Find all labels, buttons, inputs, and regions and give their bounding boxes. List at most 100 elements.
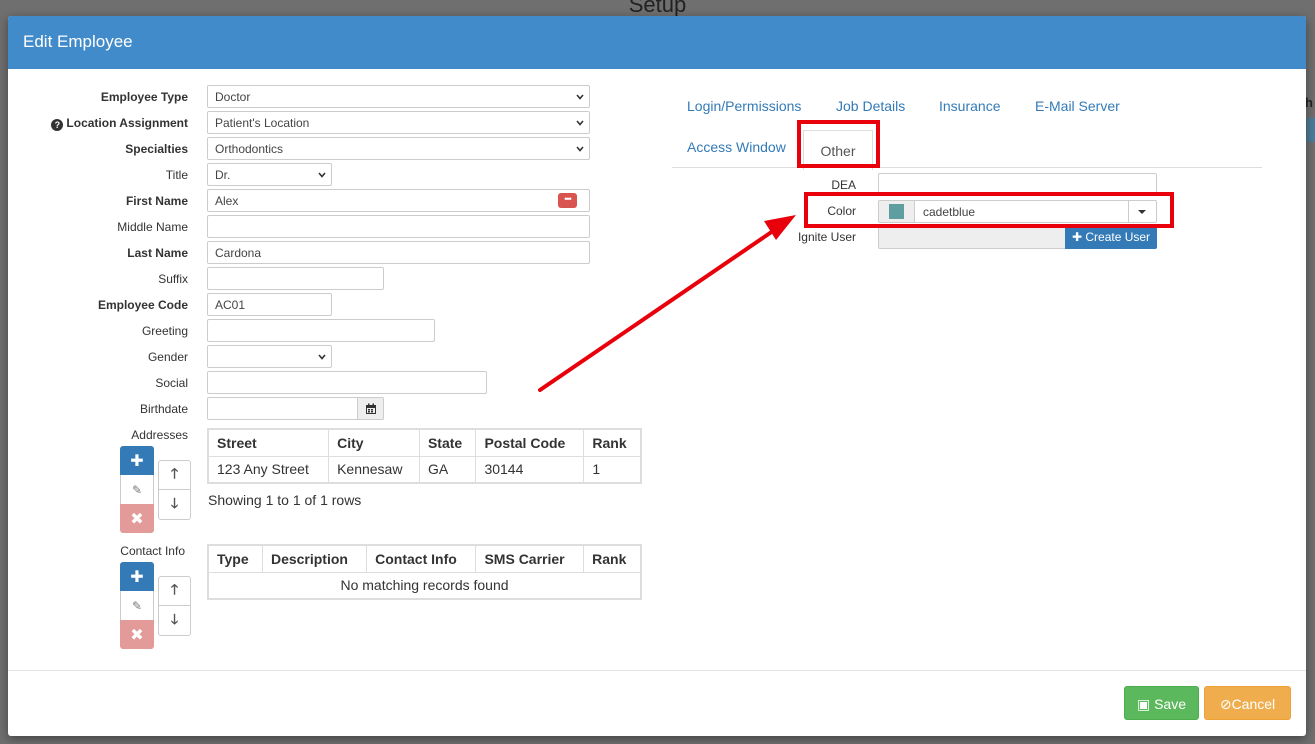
- arrow-down-icon: 🡓: [170, 494, 179, 511]
- city-cell: Kennesaw: [328, 455, 420, 484]
- ignite-user-input[interactable]: [878, 226, 1066, 249]
- plus-icon: ✚: [1071, 230, 1083, 244]
- contact-action-buttons: ✚ ✎ ✖: [120, 562, 154, 649]
- pagination-info: Showing 1 to 1 of 1 rows: [208, 492, 362, 508]
- close-icon: ✖: [130, 510, 144, 528]
- column-header[interactable]: Contact Info: [366, 544, 477, 573]
- dea-label: DEA: [831, 178, 856, 192]
- addresses-reorder-buttons: 🡑 🡓: [158, 460, 191, 520]
- tabs-divider: [672, 167, 1262, 168]
- delete-address-button[interactable]: ✖: [120, 504, 154, 533]
- column-header[interactable]: City: [328, 428, 420, 457]
- column-header[interactable]: State: [418, 428, 477, 457]
- gender-select[interactable]: [207, 345, 332, 368]
- caret-down-icon: [1138, 210, 1146, 214]
- suffix-input[interactable]: [207, 267, 384, 290]
- arrow-down-icon: 🡓: [170, 610, 179, 627]
- edit-icon: ✎: [131, 482, 143, 497]
- tab-job-details[interactable]: Job Details: [836, 98, 905, 114]
- color-picker[interactable]: cadetblue: [878, 200, 1157, 223]
- close-icon: ✖: [130, 626, 144, 644]
- title-label: Title: [165, 168, 188, 182]
- color-label: Color: [827, 204, 856, 218]
- help-icon[interactable]: ?: [51, 119, 64, 131]
- tab-insurance[interactable]: Insurance: [939, 98, 1000, 114]
- title-value: Dr.: [215, 168, 231, 182]
- birthdate-input[interactable]: [207, 397, 358, 420]
- modal-title: Edit Employee: [8, 16, 1306, 69]
- specialties-value: Orthodontics: [215, 142, 284, 156]
- cancel-label: Cancel: [1231, 696, 1276, 712]
- chevron-down-icon: [576, 146, 584, 152]
- password-manager-icon[interactable]: •••: [558, 193, 577, 208]
- calendar-icon: [366, 403, 376, 414]
- last-name-input[interactable]: Cardona: [207, 241, 590, 264]
- first-name-value: Alex: [215, 194, 239, 208]
- tab-other[interactable]: Other: [803, 130, 873, 170]
- add-address-button[interactable]: ✚: [120, 446, 154, 475]
- last-name-label: Last Name: [127, 246, 188, 260]
- column-header[interactable]: Postal Code: [475, 428, 585, 457]
- title-select[interactable]: Dr.: [207, 163, 332, 186]
- move-up-button[interactable]: 🡑: [159, 461, 190, 490]
- addresses-label: Addresses: [131, 428, 188, 442]
- column-header[interactable]: Description: [261, 544, 368, 573]
- column-header[interactable]: Rank: [583, 428, 642, 457]
- social-input[interactable]: [207, 371, 487, 394]
- table-row[interactable]: 123 Any Street Kennesaw GA 30144 1: [207, 455, 642, 484]
- dea-input[interactable]: [878, 173, 1157, 196]
- add-contact-button[interactable]: ✚: [120, 562, 154, 591]
- greeting-input[interactable]: [207, 319, 435, 342]
- delete-contact-button[interactable]: ✖: [120, 620, 154, 649]
- floppy-disk-icon: ▣: [1136, 696, 1151, 712]
- postal-code-cell: 30144: [475, 455, 585, 484]
- edit-contact-button[interactable]: ✎: [120, 591, 154, 620]
- cancel-button[interactable]: ⊘Cancel: [1204, 686, 1291, 720]
- column-header[interactable]: Rank: [583, 544, 642, 573]
- move-down-button[interactable]: 🡓: [159, 606, 190, 635]
- move-up-button[interactable]: 🡑: [159, 577, 190, 606]
- background-column-header: h: [1305, 95, 1313, 110]
- greeting-label: Greeting: [141, 324, 188, 338]
- chevron-down-icon: [318, 172, 326, 178]
- footer-divider: [8, 670, 1306, 671]
- column-header[interactable]: Street: [207, 428, 330, 457]
- table-header-row: Street City State Postal Code Rank: [207, 428, 642, 457]
- tab-login-permissions[interactable]: Login/Permissions: [687, 98, 801, 114]
- create-user-label: Create User: [1085, 230, 1151, 244]
- specialties-select[interactable]: Orthodontics: [207, 137, 590, 160]
- empty-message: No matching records found: [207, 571, 642, 600]
- location-assignment-label-text: Location Assignment: [66, 116, 188, 130]
- tab-access-window[interactable]: Access Window: [687, 139, 786, 155]
- location-assignment-label: ? Location Assignment: [8, 115, 188, 131]
- first-name-input[interactable]: Alex •••: [207, 189, 590, 212]
- arrow-up-icon: 🡑: [170, 465, 179, 481]
- color-value: cadetblue: [923, 205, 976, 219]
- plus-icon: ✚: [130, 452, 144, 470]
- state-cell: GA: [418, 455, 477, 484]
- plus-icon: ✚: [130, 568, 144, 586]
- addresses-table: Street City State Postal Code Rank 123 A…: [207, 428, 642, 484]
- column-header[interactable]: SMS Carrier: [475, 544, 585, 573]
- employee-code-input[interactable]: AC01: [207, 293, 332, 316]
- chevron-down-icon: [576, 120, 584, 126]
- suffix-label: Suffix: [158, 272, 188, 286]
- tab-email-server[interactable]: E-Mail Server: [1035, 98, 1120, 114]
- addresses-action-buttons: ✚ ✎ ✖: [120, 446, 154, 533]
- employee-type-select[interactable]: Doctor: [207, 85, 590, 108]
- column-header[interactable]: Type: [207, 544, 263, 573]
- first-name-label: First Name: [125, 194, 188, 208]
- specialties-label: Specialties: [125, 142, 188, 156]
- contact-reorder-buttons: 🡑 🡓: [158, 576, 191, 636]
- save-button[interactable]: ▣ Save: [1124, 686, 1199, 720]
- table-row: No matching records found: [207, 571, 642, 600]
- employee-code-label: Employee Code: [97, 298, 188, 312]
- middle-name-input[interactable]: [207, 215, 590, 238]
- edit-employee-modal: Edit Employee Employee Type Doctor ? Loca…: [8, 16, 1306, 736]
- location-assignment-select[interactable]: Patient's Location: [207, 111, 590, 134]
- move-down-button[interactable]: 🡓: [159, 490, 190, 519]
- edit-address-button[interactable]: ✎: [120, 475, 154, 504]
- create-user-button[interactable]: ✚ Create User: [1065, 226, 1157, 249]
- calendar-button[interactable]: [357, 397, 384, 420]
- color-dropdown-button[interactable]: [1128, 201, 1156, 222]
